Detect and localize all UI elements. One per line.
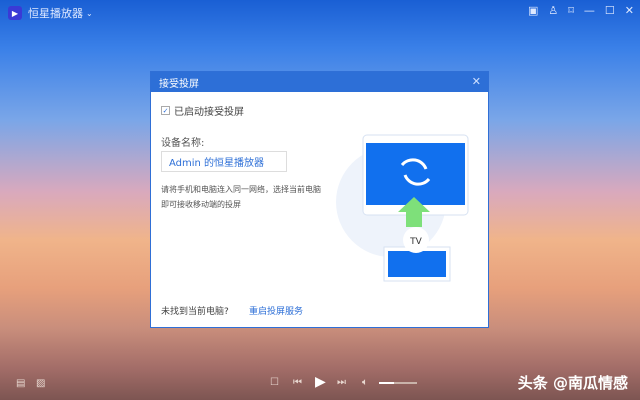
stop-button[interactable]: ☐	[270, 377, 279, 388]
skin-icon[interactable]: ▣	[528, 4, 538, 17]
dialog-header: 接受投屏 ✕	[151, 72, 488, 92]
playlist-icon[interactable]: ▤	[16, 378, 25, 389]
cast-dialog: 接受投屏 ✕ ✓ 已启动接受投屏 设备名称: 请将手机和电脑连入同一网络，选择当…	[150, 71, 489, 328]
volume-icon[interactable]: 🔈︎	[362, 377, 368, 388]
hint-text: 请将手机和电脑连入同一网络，选择当前电脑即可接收移动端的投屏	[161, 185, 321, 209]
title-bar: ▶ 恒星播放器 ⌄ ▣ ♙ ⌑ — ☐ ✕	[0, 0, 640, 26]
dialog-title: 接受投屏	[159, 78, 199, 90]
maximize-button[interactable]: ☐	[605, 4, 615, 17]
device-name-input[interactable]	[161, 151, 287, 172]
tv-badge-text: TV	[409, 237, 422, 247]
play-logo-icon: ▶	[8, 6, 22, 20]
player-controls: ▤ ▨ ☐ ⏮ ▶ ⏭ 🔈︎ 头条 @南瓜情感	[0, 366, 640, 400]
next-button[interactable]: ⏭	[337, 377, 346, 388]
play-button[interactable]: ▶	[315, 374, 326, 390]
checkbox-label: 已启动接受投屏	[174, 107, 244, 118]
not-found-text: 未找到当前电脑?	[161, 307, 229, 317]
volume-slider[interactable]	[379, 382, 417, 384]
enable-cast-checkbox[interactable]: ✓ 已启动接受投屏	[161, 103, 244, 118]
close-button[interactable]: ✕	[625, 4, 634, 17]
chevron-down-icon[interactable]: ⌄	[86, 9, 93, 18]
minimize-button[interactable]: —	[584, 4, 595, 17]
app-title[interactable]: 恒星播放器	[28, 5, 83, 21]
checkbox-check-icon[interactable]: ✓	[161, 106, 170, 115]
watermark: 头条 @南瓜情感	[517, 374, 628, 392]
cast-illustration: TV	[336, 134, 469, 282]
screenshot-icon[interactable]: ▨	[36, 378, 45, 389]
previous-button[interactable]: ⏮	[293, 377, 302, 388]
restart-service-link[interactable]: 重启投屏服务	[249, 304, 303, 317]
shirt-icon[interactable]: ♙	[548, 4, 558, 17]
dialog-close-button[interactable]: ✕	[472, 75, 481, 88]
pin-icon[interactable]: ⌑	[568, 4, 574, 17]
device-name-label: 设备名称:	[161, 138, 205, 149]
